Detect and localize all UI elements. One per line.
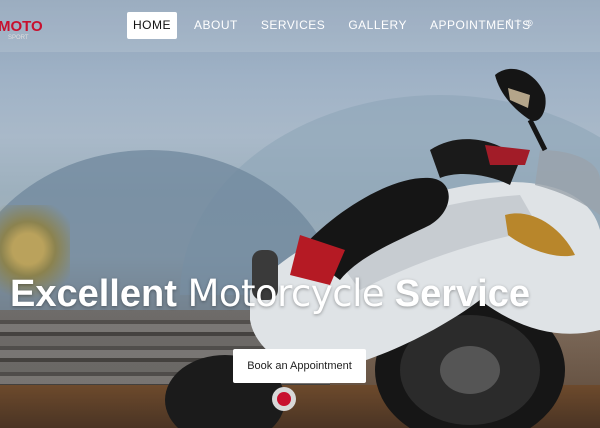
facebook-icon[interactable]: f (508, 18, 511, 27)
headline-word-motorcycle: Motorcycle (187, 272, 385, 315)
navbar: MOTO SPORT HOME ABOUT SERVICES GALLERY A… (0, 0, 600, 52)
book-appointment-button[interactable]: Book an Appointment (233, 349, 366, 383)
nav-home[interactable]: HOME (127, 12, 177, 39)
nav-about[interactable]: ABOUT (188, 12, 244, 39)
logo-text: MOTO (0, 18, 43, 35)
hero-headline: Excellent Motorcycle Service (10, 272, 600, 316)
nav-gallery[interactable]: GALLERY (342, 12, 413, 39)
nav-services[interactable]: SERVICES (255, 12, 331, 39)
logo-subtext: SPORT (8, 35, 29, 41)
social-links: f t ◎ (508, 18, 533, 27)
headline-word-excellent: Excellent (10, 273, 177, 315)
brand-logo[interactable]: MOTO SPORT (0, 4, 58, 48)
instagram-icon[interactable]: ◎ (526, 18, 533, 27)
twitter-icon[interactable]: t (517, 18, 520, 27)
headline-word-service: Service (394, 273, 530, 315)
main-navigation: HOME ABOUT SERVICES GALLERY APPOINTMENTS (127, 12, 548, 39)
